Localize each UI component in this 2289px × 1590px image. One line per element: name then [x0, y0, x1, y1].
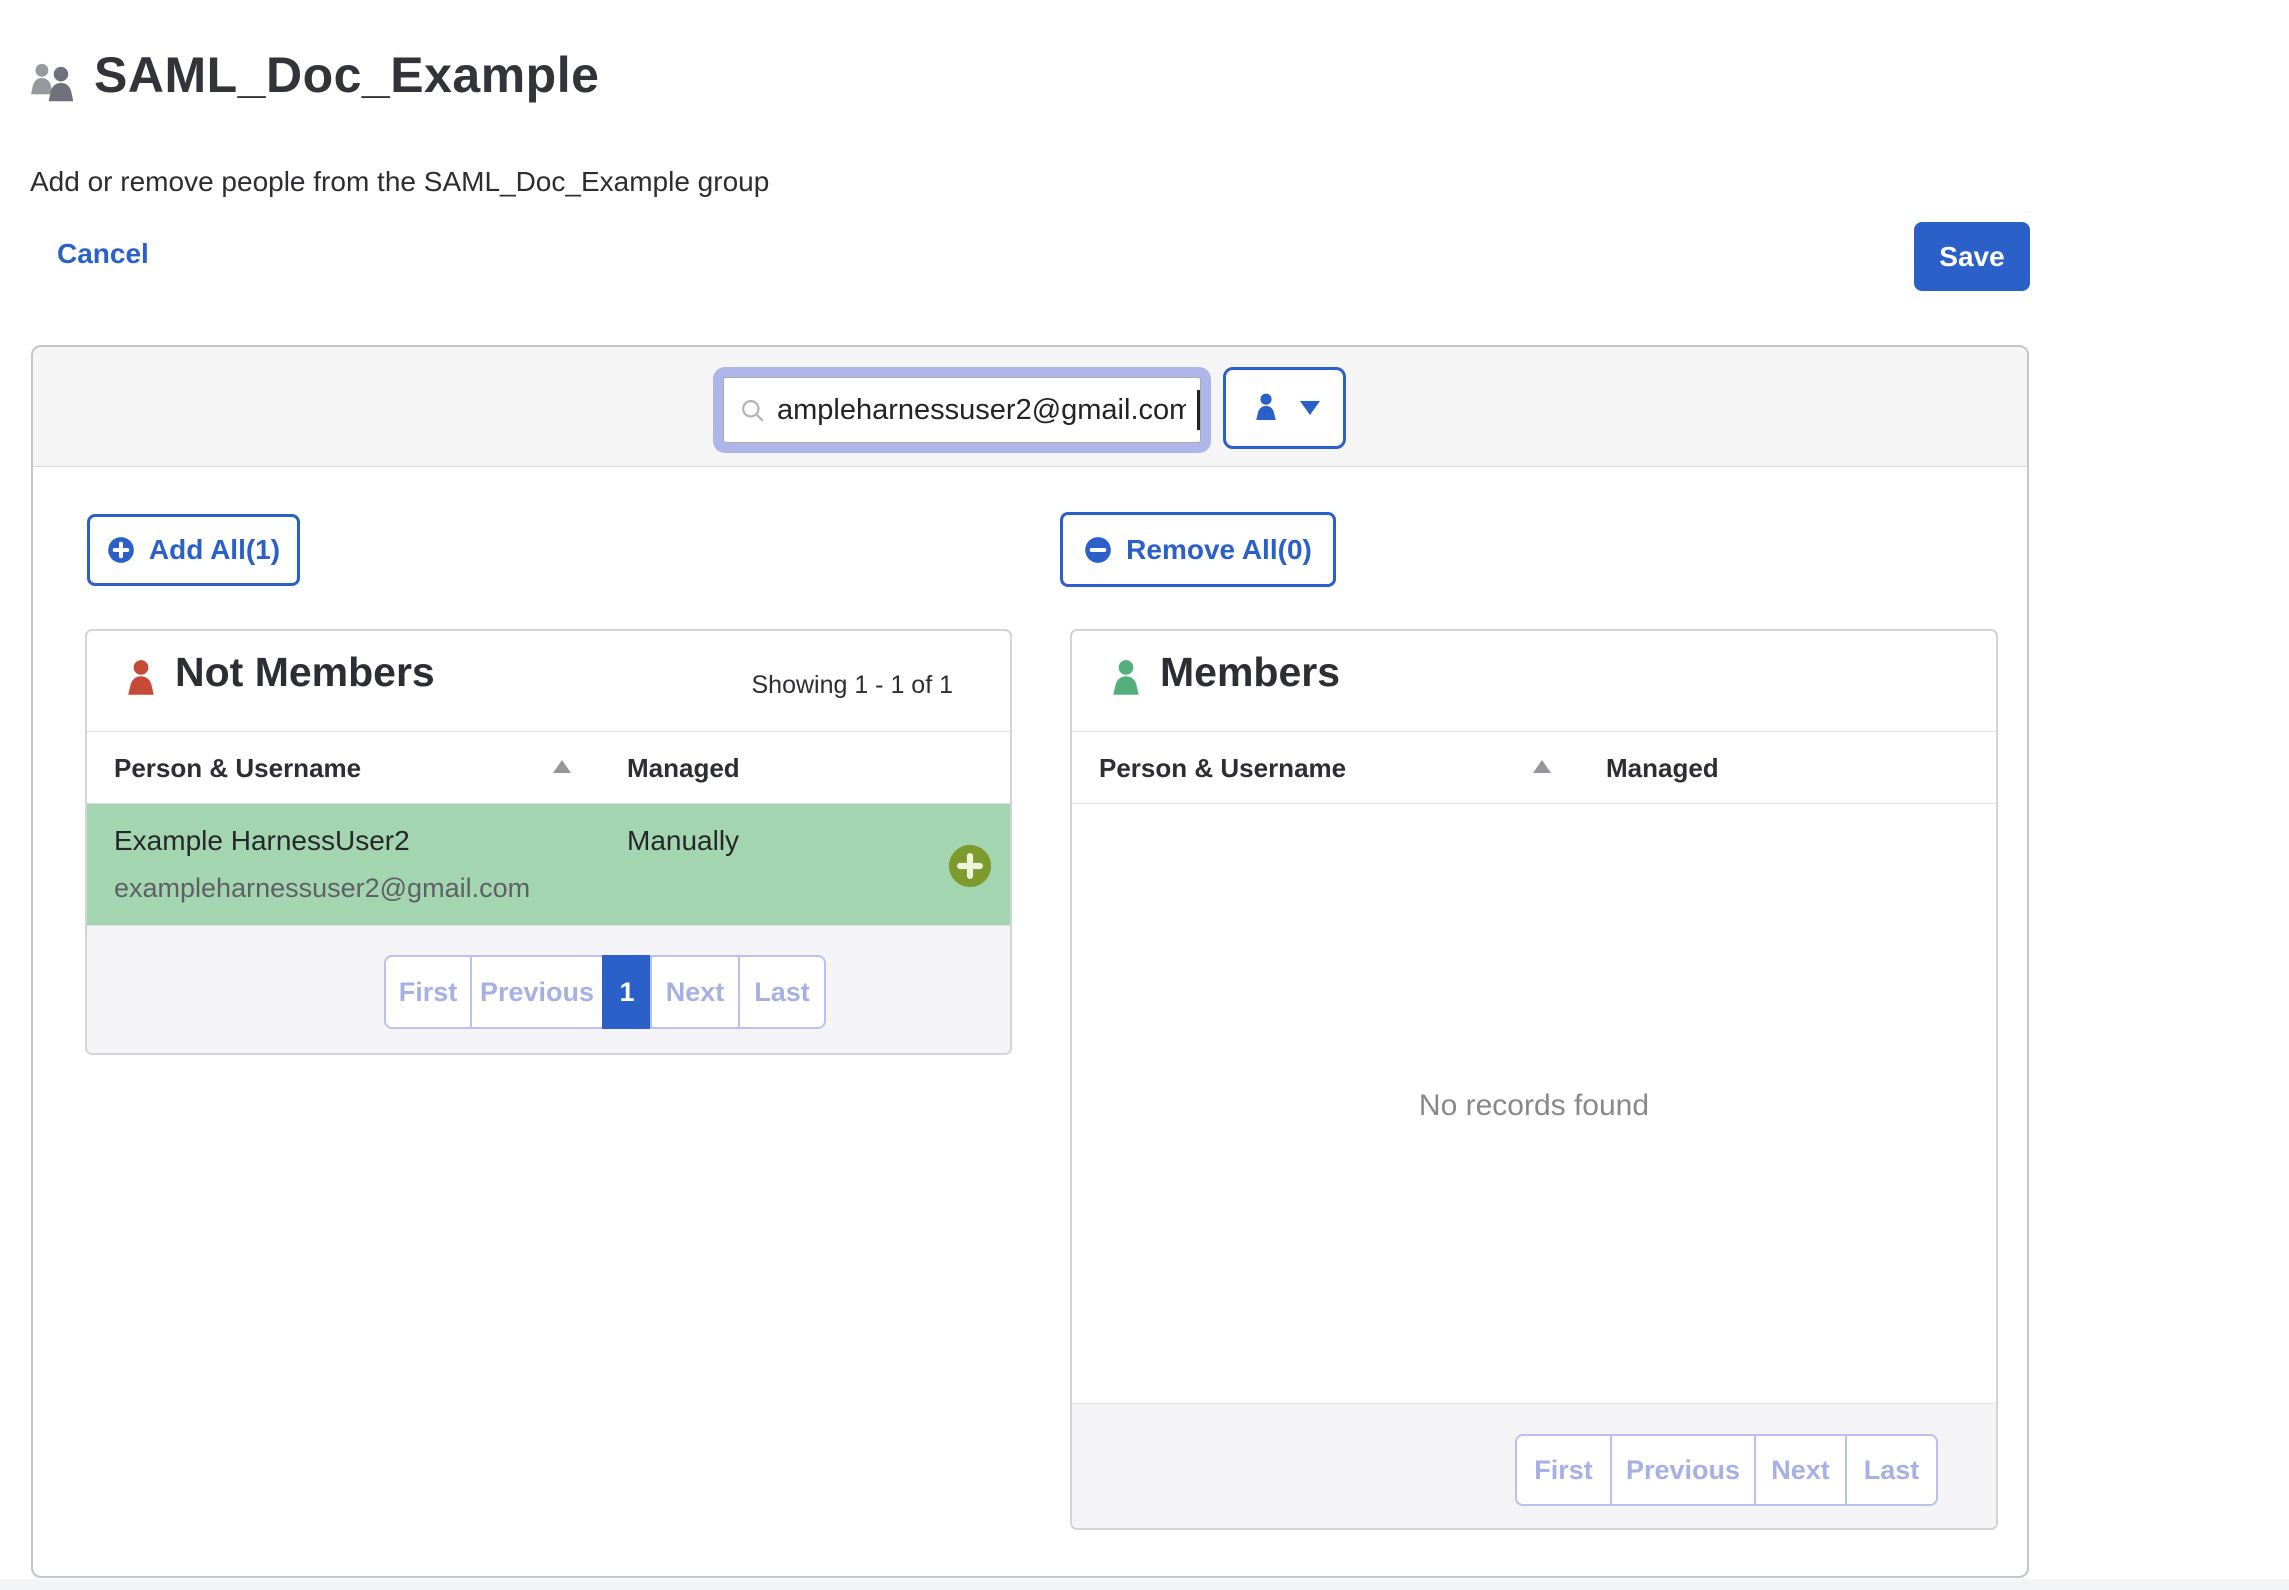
column-header-managed: Managed: [627, 753, 740, 784]
pagination-next-button[interactable]: Next: [1754, 1434, 1847, 1506]
row-add-button[interactable]: [947, 843, 993, 889]
members-table-header: Person & Username Managed: [1072, 731, 1996, 804]
empty-state-text: No records found: [1072, 1089, 1996, 1123]
search-icon: [739, 397, 766, 424]
row-name: Example HarnessUser2: [114, 825, 410, 857]
add-all-label: Add All(1): [149, 534, 280, 566]
search-input-value: ampleharnessuser2@gmail.com): [777, 394, 1186, 427]
not-members-title: Not Members: [175, 649, 435, 696]
membership-container: ampleharnessuser2@gmail.com): [31, 345, 2029, 1578]
pagination-first-button[interactable]: First: [1515, 1434, 1612, 1506]
not-members-person-icon: [120, 655, 162, 703]
row-managed: Manually: [627, 825, 739, 857]
members-title: Members: [1160, 649, 1340, 696]
members-pagination: First Previous Next Last: [1515, 1434, 1938, 1506]
chevron-down-icon: [1300, 401, 1320, 415]
cancel-link[interactable]: Cancel: [57, 238, 149, 270]
table-row[interactable]: Example HarnessUser2 exampleharnessuser2…: [87, 804, 1010, 929]
column-header-managed: Managed: [1606, 753, 1719, 784]
pagination-next-button[interactable]: Next: [650, 955, 740, 1029]
remove-all-button[interactable]: Remove All(0): [1060, 512, 1336, 587]
sort-asc-icon[interactable]: [553, 760, 571, 773]
page-subtitle: Add or remove people from the SAML_Doc_E…: [30, 166, 769, 198]
search-bar: ampleharnessuser2@gmail.com): [33, 347, 2027, 467]
column-header-person[interactable]: Person & Username: [114, 753, 361, 784]
not-members-pagination: First Previous 1 Next Last: [384, 955, 826, 1029]
column-header-person[interactable]: Person & Username: [1099, 753, 1346, 784]
pagination-last-button[interactable]: Last: [738, 955, 826, 1029]
plus-circle-icon: [107, 536, 135, 564]
pagination-first-button[interactable]: First: [384, 955, 472, 1029]
sort-asc-icon[interactable]: [1533, 760, 1551, 773]
search-input[interactable]: ampleharnessuser2@gmail.com): [723, 377, 1201, 443]
group-icon: [27, 60, 79, 106]
minus-circle-icon: [1084, 536, 1112, 564]
pagination-previous-button[interactable]: Previous: [1610, 1434, 1756, 1506]
page-bottom-strip: [0, 1579, 2289, 1590]
page-title: SAML_Doc_Example: [94, 46, 599, 104]
person-icon: [1250, 392, 1282, 424]
pagination-page-1-button[interactable]: 1: [602, 955, 652, 1029]
not-members-panel: Not Members Showing 1 - 1 of 1 Person & …: [85, 629, 1012, 1055]
pagination-last-button[interactable]: Last: [1845, 1434, 1938, 1506]
add-all-button[interactable]: Add All(1): [87, 514, 300, 586]
members-panel: Members Person & Username Managed No rec…: [1070, 629, 1998, 1530]
members-person-icon: [1105, 655, 1147, 703]
not-members-table-header: Person & Username Managed: [87, 731, 1010, 804]
user-filter-dropdown[interactable]: [1223, 367, 1346, 449]
showing-count: Showing 1 - 1 of 1: [751, 671, 953, 700]
save-button[interactable]: Save: [1914, 222, 2030, 291]
group-membership-page: SAML_Doc_Example Add or remove people fr…: [0, 0, 2289, 1590]
plus-circle-icon: [947, 843, 993, 889]
pagination-previous-button[interactable]: Previous: [470, 955, 604, 1029]
row-username: exampleharnessuser2@gmail.com: [114, 873, 530, 904]
remove-all-label: Remove All(0): [1126, 534, 1312, 566]
text-caret: [1197, 390, 1200, 430]
